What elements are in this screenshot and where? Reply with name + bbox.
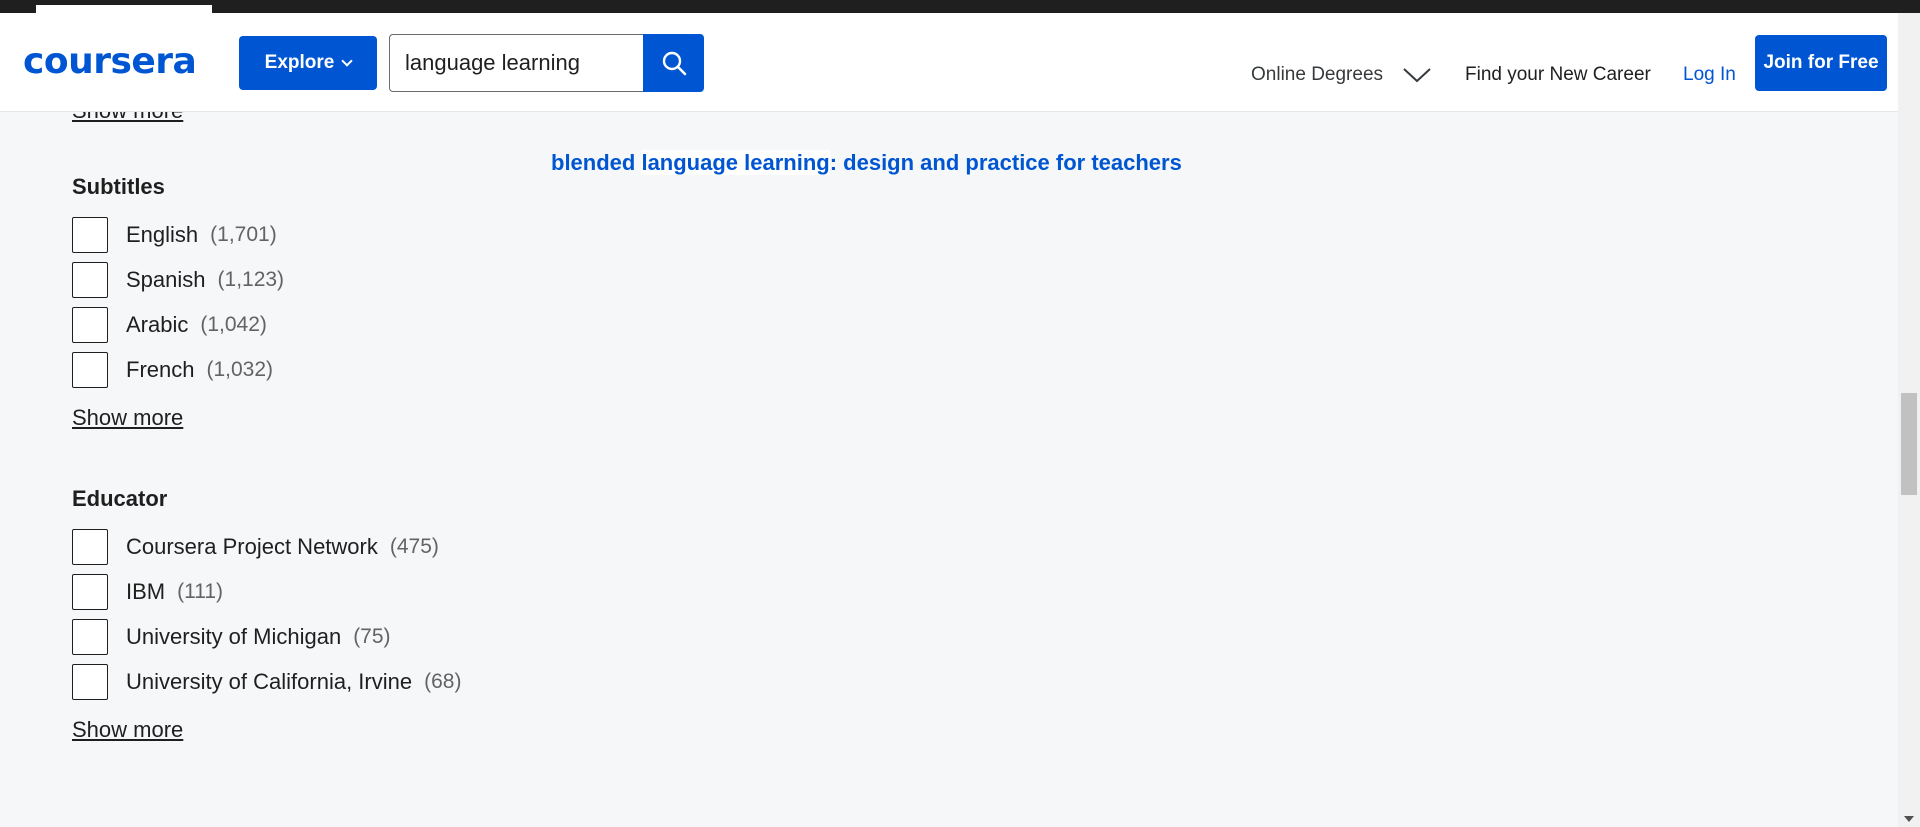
scrollbar-thumb[interactable] [1901, 393, 1917, 495]
checkbox[interactable] [72, 352, 108, 388]
educator-show-more-link[interactable]: Show more [72, 717, 183, 743]
filter-option-count: (1,701) [210, 223, 277, 246]
search-input[interactable] [389, 34, 643, 92]
checkbox[interactable] [72, 664, 108, 700]
search-button[interactable] [643, 34, 704, 92]
show-more-link[interactable]: Show more [72, 112, 183, 124]
filter-option-count: (75) [353, 625, 391, 648]
filter-option-count: (1,123) [217, 268, 285, 291]
site-header: coursera Explore Online Degrees Find you… [0, 13, 1898, 112]
filter-option-label: IBM [126, 579, 166, 604]
login-link[interactable]: Log In [1683, 63, 1736, 87]
suggestion-prefix: blended [551, 150, 642, 175]
checkbox[interactable] [72, 574, 108, 610]
filter-option-coursera-project-network[interactable]: Coursera Project Network (475) [72, 529, 439, 565]
search-bar [389, 34, 704, 92]
filter-option-university-of-michigan[interactable]: University of Michigan (75) [72, 619, 391, 655]
coursera-logo[interactable]: coursera [23, 41, 197, 82]
search-results-page: Show more Subtitles English (1,701) Span… [0, 112, 1898, 827]
explore-button[interactable]: Explore [239, 36, 377, 90]
checkbox[interactable] [72, 529, 108, 565]
filter-option-french[interactable]: French (1,032) [72, 352, 273, 388]
filter-option-count: (111) [177, 580, 224, 603]
suggestion-highlight: language learning [641, 150, 830, 175]
browser-top-strip [0, 0, 1920, 13]
chevron-down-icon [341, 54, 354, 67]
filter-option-spanish[interactable]: Spanish (1,123) [72, 262, 284, 298]
checkbox[interactable] [72, 307, 108, 343]
explore-label: Explore [264, 52, 335, 73]
filter-option-label: English [126, 222, 199, 247]
filter-option-ibm[interactable]: IBM (111) [72, 574, 223, 610]
filter-option-label: Spanish [126, 267, 206, 292]
search-suggestion-link[interactable]: blended language learning: design and pr… [551, 150, 1182, 176]
scroll-down-arrow-icon[interactable] [1904, 816, 1914, 822]
filter-option-arabic[interactable]: Arabic (1,042) [72, 307, 267, 343]
checkbox[interactable] [72, 619, 108, 655]
search-icon [662, 51, 686, 76]
suggestion-suffix: : design and practice for teachers [829, 150, 1182, 175]
filter-option-label: Arabic [126, 312, 189, 337]
filter-option-label: University of California, Irvine [126, 669, 413, 694]
chevron-down-icon [1403, 68, 1431, 83]
educator-filter-title: Educator [72, 486, 168, 511]
online-degrees-label: Online Degrees [1251, 64, 1384, 85]
online-degrees-menu[interactable]: Online Degrees [1251, 63, 1432, 87]
checkbox[interactable] [72, 262, 108, 298]
find-career-link[interactable]: Find your New Career [1465, 63, 1651, 87]
filter-option-count: (1,042) [200, 313, 267, 336]
filter-option-label: French [126, 357, 195, 382]
filter-option-count: (1,032) [206, 358, 274, 381]
filter-option-uc-irvine[interactable]: University of California, Irvine (68) [72, 664, 461, 700]
filter-option-label: University of Michigan [126, 624, 342, 649]
subtitles-show-more-link[interactable]: Show more [72, 405, 183, 431]
filter-option-count: (475) [389, 535, 439, 558]
filter-option-english[interactable]: English (1,701) [72, 217, 277, 253]
page-scrollbar[interactable] [1898, 13, 1920, 827]
subtitles-filter-title: Subtitles [72, 174, 165, 199]
browser-tab[interactable] [36, 5, 212, 13]
checkbox[interactable] [72, 217, 108, 253]
filter-option-label: Coursera Project Network [126, 534, 378, 559]
filter-option-count: (68) [424, 670, 462, 693]
join-button[interactable]: Join for Free [1755, 35, 1887, 91]
